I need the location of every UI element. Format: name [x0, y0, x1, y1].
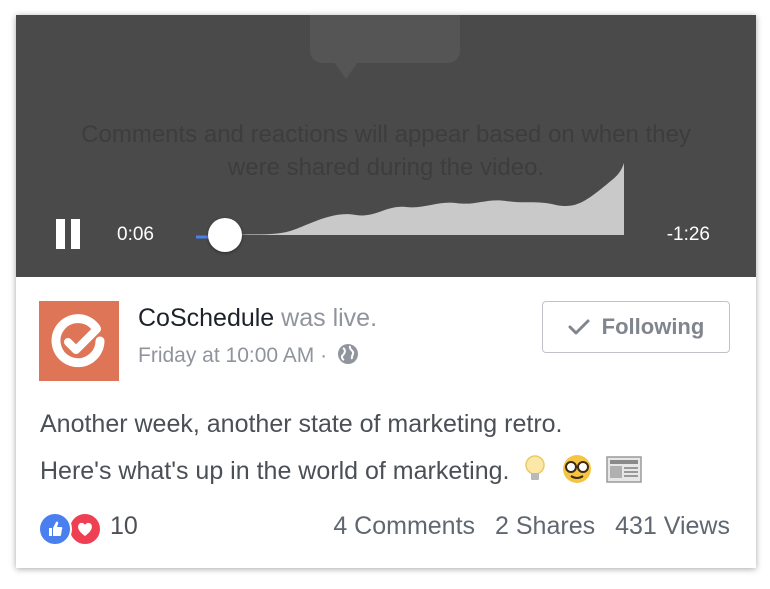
nerd-face-icon [563, 455, 592, 483]
reaction-icons[interactable] [38, 512, 108, 546]
globe-icon [337, 344, 358, 364]
scrubber-handle[interactable] [208, 218, 242, 252]
pause-bar-right [71, 219, 80, 249]
following-button[interactable]: Following [542, 301, 730, 353]
live-video-post-card: Comments and reactions will appear based… [16, 15, 756, 568]
like-reaction-icon [38, 512, 72, 546]
lightbulb-icon [525, 455, 546, 480]
post-stats: 4 Comments 2 Shares 431 Views [333, 512, 730, 541]
post-timestamp[interactable]: Friday at 10:00 AM [138, 344, 314, 367]
pause-button[interactable] [56, 219, 82, 249]
post-text-line-1: Another week, another state of marketing… [40, 410, 563, 438]
elapsed-time: 0:06 [117, 224, 154, 245]
meta-separator: · [314, 344, 333, 367]
waveform-shape [196, 163, 624, 235]
post-author-line: CoSchedule was live. [138, 304, 377, 333]
comments-count-link[interactable]: 4 Comments [333, 512, 475, 541]
post-text-line-2-text: Here's what's up in the world of marketi… [40, 457, 510, 485]
shares-count-link[interactable]: 2 Shares [495, 512, 595, 541]
live-status: was live. [274, 304, 378, 332]
video-player[interactable]: Comments and reactions will appear based… [16, 15, 756, 277]
remaining-time: -1:26 [666, 224, 710, 245]
love-reaction-icon [68, 512, 102, 546]
post-text-line-2: Here's what's up in the world of marketi… [40, 448, 740, 495]
reaction-count[interactable]: 10 [110, 512, 138, 541]
views-count[interactable]: 431 Views [615, 512, 730, 541]
coschedule-logo-icon [51, 314, 105, 368]
pause-bar-left [56, 219, 65, 249]
newspaper-icon [606, 456, 643, 483]
page-avatar-logo[interactable] [39, 301, 119, 381]
post-meta: Friday at 10:00 AM · [138, 343, 359, 368]
post-body: Another week, another state of marketing… [40, 401, 740, 495]
following-label: Following [601, 314, 705, 339]
checkmark-icon [568, 319, 590, 335]
page-name-link[interactable]: CoSchedule [138, 304, 274, 332]
